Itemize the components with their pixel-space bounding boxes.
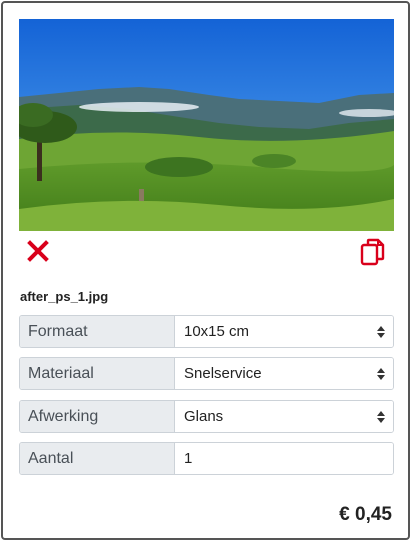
photo-actions <box>19 235 394 266</box>
photo-product-card: after_ps_1.jpg Formaat 10x15 cm Materiaa… <box>1 1 410 540</box>
material-value: Snelservice <box>184 365 262 382</box>
finish-label: Afwerking <box>20 401 175 432</box>
format-label: Formaat <box>20 316 175 347</box>
copy-icon <box>360 238 385 266</box>
finish-field: Afwerking Glans <box>19 400 394 433</box>
finish-select[interactable]: Glans <box>175 401 393 432</box>
material-label: Materiaal <box>20 358 175 389</box>
close-icon <box>27 240 49 262</box>
photo-preview[interactable] <box>19 19 394 231</box>
sort-caret-icon <box>377 368 385 380</box>
quantity-label: Aantal <box>20 443 175 474</box>
price-total: € 0,45 <box>339 504 392 525</box>
quantity-input[interactable]: 1 <box>175 443 393 474</box>
landscape-photo <box>19 19 394 231</box>
sort-caret-icon <box>377 411 385 423</box>
format-select[interactable]: 10x15 cm <box>175 316 393 347</box>
format-field: Formaat 10x15 cm <box>19 315 394 348</box>
material-field: Materiaal Snelservice <box>19 357 394 390</box>
copy-photo-button[interactable] <box>360 238 386 266</box>
file-name: after_ps_1.jpg <box>20 289 109 304</box>
sort-caret-icon <box>377 326 385 338</box>
finish-value: Glans <box>184 408 224 425</box>
quantity-field: Aantal 1 <box>19 442 394 475</box>
quantity-value: 1 <box>184 450 193 467</box>
delete-photo-button[interactable] <box>27 240 49 262</box>
material-select[interactable]: Snelservice <box>175 358 393 389</box>
format-value: 10x15 cm <box>184 323 250 340</box>
